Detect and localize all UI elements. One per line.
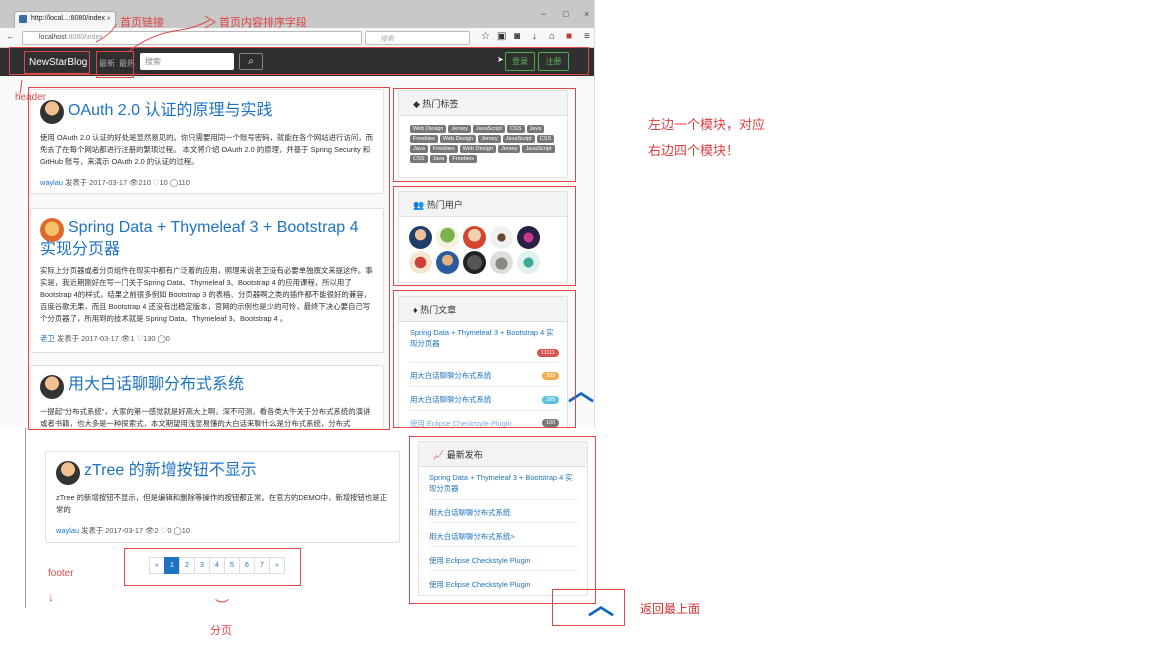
- pocket-icon[interactable]: ◙: [514, 31, 520, 42]
- annotation-paging: 分页: [210, 625, 232, 637]
- annotation-home-link: 首页链接: [120, 17, 164, 29]
- extension-icon[interactable]: ■: [566, 31, 572, 42]
- annotation-footer: footer: [48, 568, 74, 579]
- annotation-back-to-top: 返回最上面: [640, 602, 701, 616]
- post-meta-text: 发表于 2017-03-17 👁2 ♡0 ◯10: [81, 526, 190, 535]
- left-module-highlight: [28, 87, 390, 430]
- pagination-highlight: [124, 548, 301, 586]
- annotation-modules-2: 右边四个模块！: [648, 143, 740, 158]
- download-icon[interactable]: ↓: [532, 31, 537, 42]
- footer-arrow-icon: ↓: [48, 590, 54, 604]
- home-link-arrow: [95, 23, 117, 43]
- star-icon[interactable]: ☆: [481, 31, 490, 42]
- post-title[interactable]: zTree 的新增按钮不显示: [84, 460, 384, 482]
- post-summary: zTree 的新增按钮不显示，但是编辑和删除等操作的按钮都正常。在官方的DEMO…: [56, 493, 388, 514]
- right-module-highlight: [393, 186, 576, 286]
- menu-icon[interactable]: ≡: [584, 31, 590, 42]
- right-module-highlight: [393, 290, 576, 428]
- author-avatar[interactable]: [56, 461, 80, 485]
- post-author-link[interactable]: waylau: [56, 526, 79, 535]
- home-icon[interactable]: ⌂: [549, 31, 555, 42]
- maximize-icon[interactable]: □: [563, 9, 568, 19]
- divider: [25, 428, 26, 608]
- annotation-modules-1: 左边一个模块，对应: [648, 117, 766, 132]
- back-to-top-highlight: [552, 589, 625, 626]
- post-meta: waylau 发表于 2017-03-17 👁2 ♡0 ◯10: [56, 525, 386, 536]
- annotation-sort-field: 首页内容排序字段: [219, 17, 307, 29]
- paging-brace-icon: ︶: [215, 598, 229, 614]
- clipboard-icon[interactable]: ▣: [497, 31, 506, 42]
- annotation-header: header: [15, 92, 47, 103]
- close-window-icon[interactable]: ×: [584, 9, 589, 19]
- right-module-highlight: [393, 88, 576, 182]
- browser-search-input[interactable]: 搜索: [365, 31, 470, 45]
- minimize-icon[interactable]: −: [541, 9, 546, 19]
- right-module-highlight: [409, 436, 596, 604]
